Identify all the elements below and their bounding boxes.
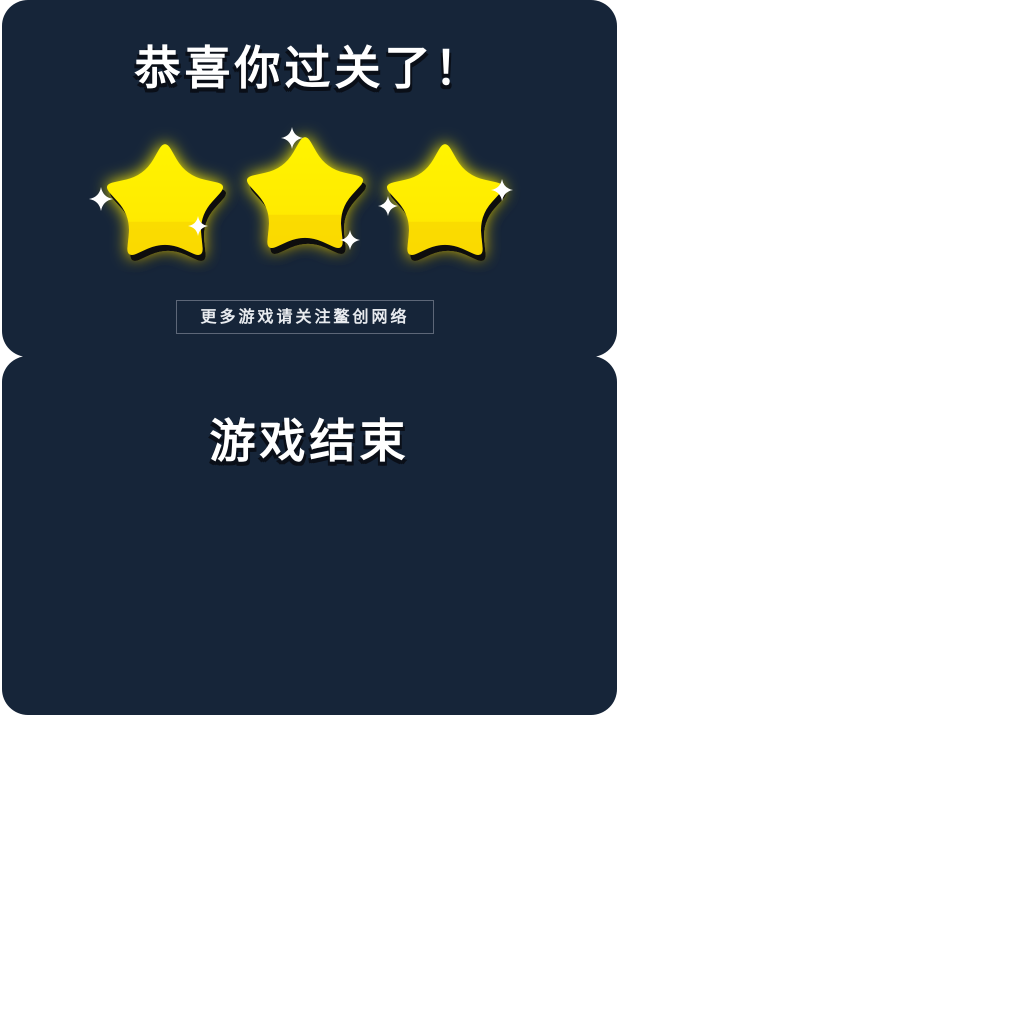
game-over-panel: 游戏结束	[2, 356, 617, 715]
game-over-title: 游戏结束	[209, 414, 410, 468]
star-rating	[89, 127, 513, 261]
star-icon	[386, 144, 507, 261]
level-complete-panel: 恭喜你过关了！ 更多游戏请关注鳌创网络	[2, 0, 617, 357]
level-complete-title: 恭喜你过关了！	[134, 41, 485, 95]
star-icon	[106, 144, 227, 261]
follow-notice: 更多游戏请关注鳌创网络	[176, 300, 434, 334]
